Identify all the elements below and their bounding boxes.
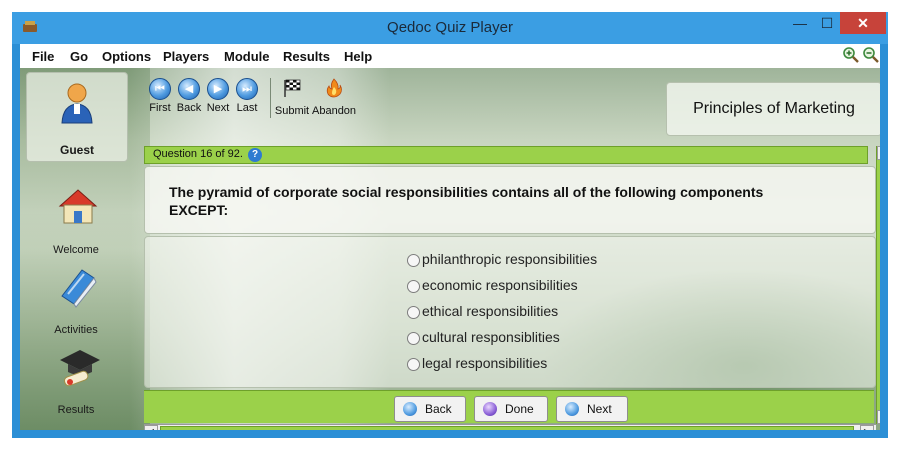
- sidebar-user-label: Guest: [59, 143, 94, 157]
- sidebar-item-results[interactable]: Results: [26, 340, 126, 420]
- question-header: Question 16 of 92. ?: [144, 146, 868, 164]
- question-panel: The pyramid of corporate social responsi…: [144, 166, 876, 234]
- menu-module[interactable]: Module: [224, 49, 270, 64]
- question-footer: Back Done Next: [144, 390, 874, 423]
- course-title: Principles of Marketing: [666, 82, 880, 136]
- book-icon: [61, 269, 97, 308]
- last-icon: ⏭: [236, 78, 258, 100]
- next-arrow-icon: [565, 402, 579, 416]
- fire-icon: [326, 78, 342, 98]
- scroll-left-button[interactable]: ◀: [144, 425, 158, 430]
- first-label: First: [149, 102, 171, 114]
- scroll-right-button[interactable]: ▶: [860, 425, 874, 430]
- sidebar-item-label: Welcome: [53, 244, 99, 256]
- last-button[interactable]: ⏭ Last: [233, 78, 261, 114]
- sidebar-item-activities[interactable]: Activities: [26, 260, 126, 340]
- graduation-cap-icon: [60, 350, 100, 387]
- menu-players[interactable]: Players: [163, 49, 209, 64]
- answer-label: ethical responsibilities: [422, 303, 559, 319]
- next-button-label: Next: [587, 402, 612, 416]
- question-counter: Question 16 of 92.: [153, 148, 243, 160]
- done-button-label: Done: [505, 402, 534, 416]
- app-window: Qedoc Quiz Player — ☐ ✕ File Go Options …: [12, 12, 888, 438]
- sidebar-user[interactable]: Guest: [26, 72, 128, 162]
- back-label: Back: [176, 102, 202, 114]
- horizontal-scrollbar[interactable]: ◀ ▶: [144, 424, 876, 430]
- maximize-button[interactable]: ☐: [814, 12, 840, 34]
- menu-file[interactable]: File: [32, 49, 54, 64]
- next-label: Next: [206, 102, 230, 114]
- checkered-flag-icon: [284, 79, 301, 97]
- sidebar-item-welcome[interactable]: Welcome: [26, 180, 126, 260]
- radio-button[interactable]: [407, 254, 420, 267]
- first-button[interactable]: ⏮ First: [146, 78, 174, 114]
- answer-label: philanthropic responsibilities: [422, 251, 598, 267]
- next-icon: ▶: [207, 78, 229, 100]
- radio-button[interactable]: [407, 332, 420, 345]
- horizontal-scroll-thumb[interactable]: [160, 426, 854, 430]
- menu-go[interactable]: Go: [70, 49, 88, 64]
- answer-label: cultural responsiblities: [422, 329, 560, 345]
- back-icon: ◀: [178, 78, 200, 100]
- close-button[interactable]: ✕: [840, 12, 886, 34]
- minimize-button[interactable]: —: [787, 12, 813, 34]
- answer-label: legal responsibilities: [422, 355, 548, 371]
- submit-label: Submit: [274, 105, 310, 117]
- scroll-up-button[interactable]: ▲: [877, 146, 880, 160]
- toolbar-separator: [270, 78, 271, 118]
- next-button[interactable]: Next: [556, 396, 628, 422]
- submit-button[interactable]: Submit: [274, 78, 310, 117]
- sidebar-item-label: Activities: [54, 324, 98, 336]
- abandon-label: Abandon: [312, 105, 357, 117]
- house-icon: [58, 189, 98, 224]
- content-area: Guest Welcome Activities Results ⏮ First…: [20, 68, 880, 430]
- window-title: Qedoc Quiz Player: [387, 19, 513, 36]
- back-nav-button[interactable]: ◀ Back: [175, 78, 203, 114]
- radio-button[interactable]: [407, 306, 420, 319]
- question-text: The pyramid of corporate social responsi…: [169, 184, 764, 218]
- user-icon: [61, 83, 93, 124]
- last-label: Last: [236, 102, 258, 114]
- done-icon: [483, 402, 497, 416]
- answers-panel: philanthropic responsibilities economic …: [144, 236, 876, 388]
- radio-button[interactable]: [407, 358, 420, 371]
- next-nav-button[interactable]: ▶ Next: [204, 78, 232, 114]
- back-button[interactable]: Back: [394, 396, 466, 422]
- zoom-out-icon[interactable]: [862, 46, 880, 64]
- sidebar-item-label: Results: [57, 404, 95, 416]
- back-button-label: Back: [425, 402, 452, 416]
- abandon-button[interactable]: Abandon: [312, 78, 356, 117]
- menu-options[interactable]: Options: [102, 49, 151, 64]
- first-icon: ⏮: [149, 78, 171, 100]
- title-bar[interactable]: Qedoc Quiz Player — ☐ ✕: [12, 12, 888, 44]
- zoom-in-icon[interactable]: [842, 46, 860, 64]
- radio-button[interactable]: [407, 280, 420, 293]
- done-button[interactable]: Done: [474, 396, 548, 422]
- menu-bar: File Go Options Players Module Results H…: [20, 44, 880, 68]
- menu-help[interactable]: Help: [344, 49, 372, 64]
- menu-results[interactable]: Results: [283, 49, 330, 64]
- help-icon[interactable]: ?: [248, 148, 262, 162]
- scroll-down-button[interactable]: ▼: [877, 410, 880, 424]
- vertical-scrollbar[interactable]: ▲ ▼: [876, 146, 880, 424]
- back-arrow-icon: [403, 402, 417, 416]
- answer-label: economic responsibilities: [422, 277, 578, 293]
